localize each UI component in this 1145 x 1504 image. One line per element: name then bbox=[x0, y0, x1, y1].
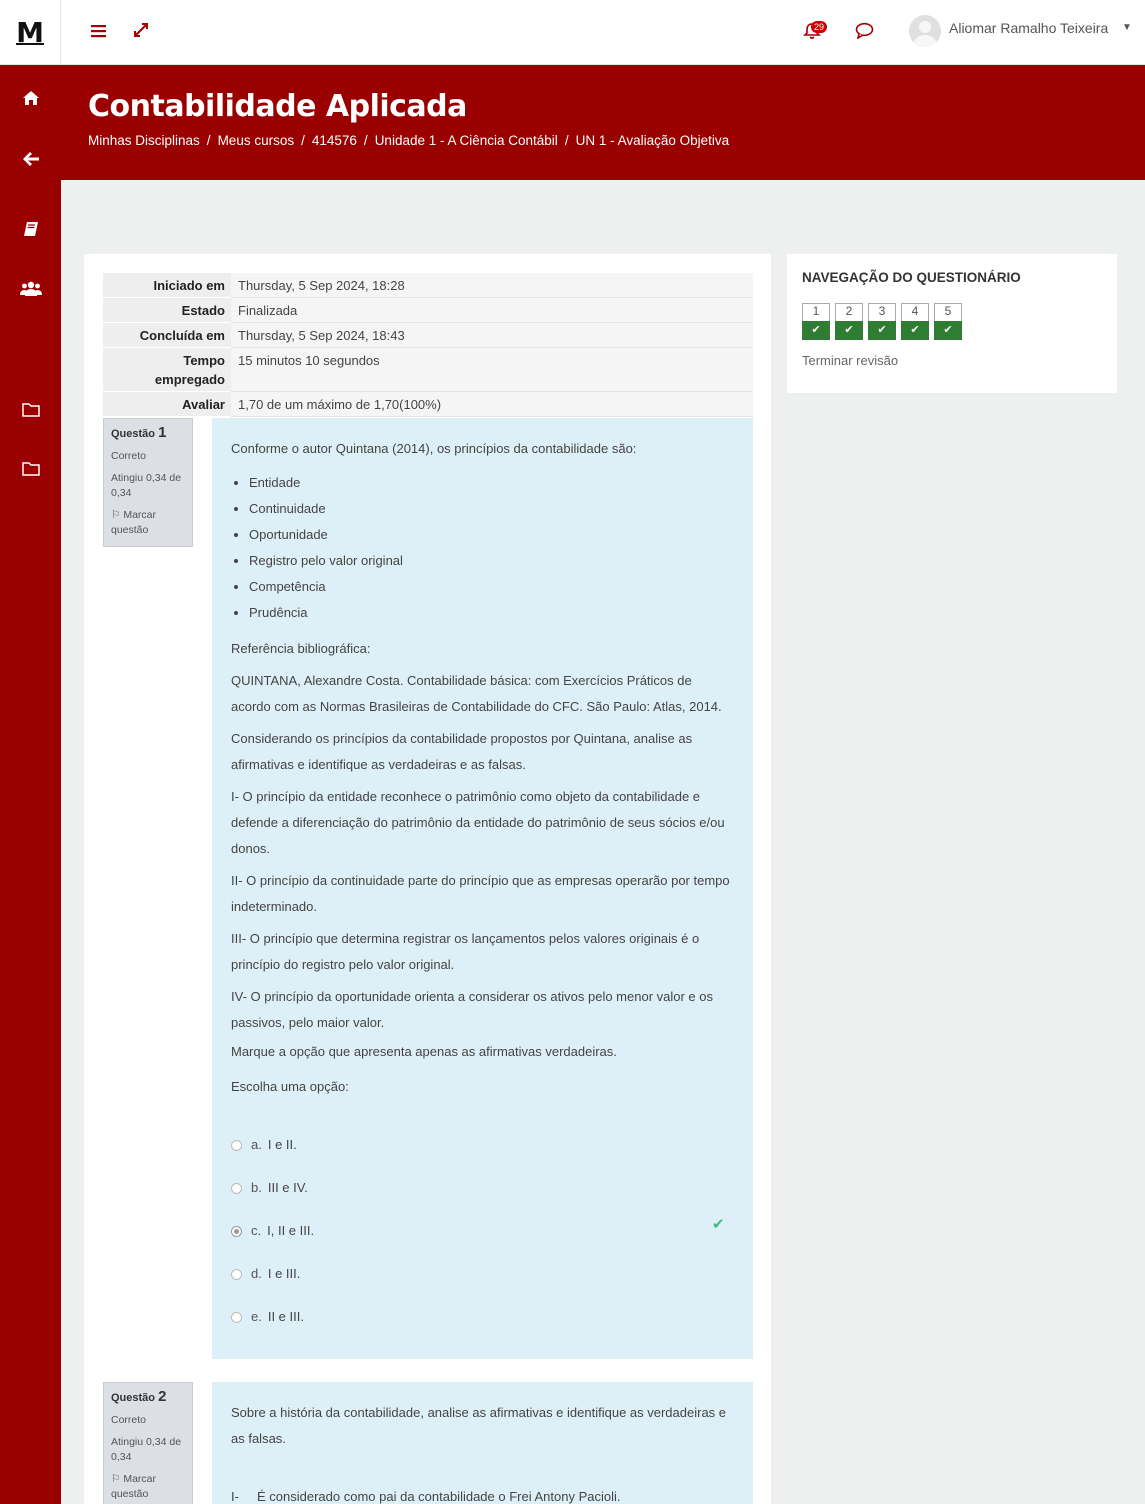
quiz-navigation-title: NAVEGAÇÃO DO QUESTIONÁRIO bbox=[802, 270, 1021, 285]
attempt-summary-table: Iniciado em Thursday, 5 Sep 2024, 18:28 E… bbox=[103, 273, 753, 417]
page-header: Contabilidade Aplicada Minhas Disciplina… bbox=[61, 65, 1145, 180]
check-icon: ✔ bbox=[901, 321, 929, 340]
statement: I- É considerado como pai da contabilidad… bbox=[231, 1489, 621, 1504]
table-row: Estado Finalizada bbox=[103, 297, 753, 323]
notification-count-badge: 29 bbox=[811, 21, 828, 33]
choose-option-label: Escolha uma opção: bbox=[231, 1079, 349, 1094]
question-1-info: Questão 1 Correto Atingiu 0,34 de 0,34 ⚐… bbox=[103, 418, 193, 547]
quiz-nav-button[interactable]: 4 ✔ bbox=[901, 303, 929, 340]
correct-check-icon: ✔ bbox=[712, 1216, 725, 1233]
question-1-content: Conforme o autor Quintana (2014), os pri… bbox=[212, 418, 753, 1359]
sidebar-home-icon[interactable] bbox=[0, 78, 61, 118]
flag-icon: ⚐ bbox=[111, 509, 121, 521]
quiz-nav-button[interactable]: 1 ✔ bbox=[802, 303, 830, 340]
statement: IV- O princípio da oportunidade orienta … bbox=[231, 989, 713, 1030]
table-row: Tempo empregado 15 minutos 10 segundos bbox=[103, 347, 753, 392]
question-2-content: Sobre a história da contabilidade, anali… bbox=[212, 1382, 753, 1504]
hamburger-menu-icon[interactable] bbox=[91, 20, 107, 44]
sidebar-book-icon[interactable] bbox=[0, 209, 61, 249]
question-grade: Atingiu 0,34 de 0,34 bbox=[111, 1436, 182, 1463]
radio-button[interactable] bbox=[231, 1182, 242, 1194]
statement: I- O princípio da entidade reconhece o p… bbox=[231, 789, 725, 856]
breadcrumb: Minhas Disciplinas / Meus cursos/ 414576/… bbox=[88, 133, 730, 148]
top-navbar: M 29 Aliomar Ramalho Teixeira ▼ bbox=[0, 0, 1145, 65]
table-row: Concluída em Thursday, 5 Sep 2024, 18:43 bbox=[103, 322, 753, 348]
check-icon: ✔ bbox=[802, 321, 830, 340]
radio-button-selected[interactable] bbox=[231, 1225, 242, 1237]
question-grade: Atingiu 0,34 de 0,34 bbox=[111, 472, 182, 499]
question-state: Correto bbox=[111, 1414, 147, 1426]
sidebar-users-icon[interactable] bbox=[0, 269, 61, 309]
answer-option-d[interactable]: d. I e III. bbox=[231, 1261, 300, 1287]
list-item: Registro pelo valor original bbox=[249, 548, 734, 574]
answer-option-c[interactable]: c. I, II e III. bbox=[231, 1218, 314, 1244]
sidebar-back-arrow-icon[interactable] bbox=[0, 139, 61, 179]
reference-text: QUINTANA, Alexandre Costa. Contabilidade… bbox=[231, 673, 722, 714]
check-icon: ✔ bbox=[868, 321, 896, 340]
question-2-info: Questão 2 Correto Atingiu 0,34 de 0,34 ⚐… bbox=[103, 1382, 193, 1504]
list-item: Prudência bbox=[249, 600, 734, 626]
question-intro: Conforme o autor Quintana (2014), os pri… bbox=[231, 441, 637, 456]
flag-icon: ⚐ bbox=[111, 1473, 121, 1485]
table-row: Iniciado em Thursday, 5 Sep 2024, 18:28 bbox=[103, 273, 753, 298]
answer-option-e[interactable]: e. II e III. bbox=[231, 1304, 304, 1330]
sidebar-folder-icon[interactable] bbox=[0, 389, 61, 429]
quiz-navigation-block: NAVEGAÇÃO DO QUESTIONÁRIO 1 ✔ 2 ✔ 3 ✔ 4 ✔ 5 ✔… bbox=[787, 254, 1117, 393]
quiz-review-card: Iniciado em Thursday, 5 Sep 2024, 18:28 E… bbox=[84, 254, 771, 1504]
quiz-nav-button[interactable]: 3 ✔ bbox=[868, 303, 896, 340]
sidebar-folder-icon[interactable] bbox=[0, 448, 61, 488]
user-avatar[interactable] bbox=[909, 15, 941, 47]
quiz-nav-button[interactable]: 5 ✔ bbox=[934, 303, 962, 340]
principles-list: Entidade Continuidade Oportunidade Regis… bbox=[249, 470, 734, 626]
breadcrumb-link[interactable]: Unidade 1 - A Ciência Contábil bbox=[375, 133, 558, 148]
question-prompt: Considerando os princípios da contabilid… bbox=[231, 731, 693, 772]
quiz-nav-button[interactable]: 2 ✔ bbox=[835, 303, 863, 340]
table-row: Avaliar 1,70 de um máximo de 1,70(100%) bbox=[103, 391, 753, 417]
statement: III- O princípio que determina registrar… bbox=[231, 931, 700, 972]
breadcrumb-link[interactable]: 414576 bbox=[312, 133, 357, 148]
breadcrumb-link[interactable]: Minhas Disciplinas bbox=[88, 133, 200, 148]
finish-review-link[interactable]: Terminar revisão bbox=[802, 353, 898, 368]
user-menu-caret-icon[interactable]: ▼ bbox=[1122, 22, 1132, 33]
question-state: Correto bbox=[111, 450, 147, 462]
list-item: Continuidade bbox=[249, 496, 734, 522]
fullscreen-expand-icon[interactable] bbox=[133, 20, 149, 44]
list-item: Oportunidade bbox=[249, 522, 734, 548]
page-title: Contabilidade Aplicada bbox=[88, 89, 467, 124]
flag-question-link[interactable]: ⚐ Marcar questão bbox=[111, 1472, 185, 1502]
breadcrumb-link[interactable]: Meus cursos bbox=[218, 133, 295, 148]
answer-option-a[interactable]: a. I e II. bbox=[231, 1132, 297, 1158]
question-intro: Sobre a história da contabilidade, anali… bbox=[231, 1405, 727, 1446]
check-icon: ✔ bbox=[934, 321, 962, 340]
messages-icon[interactable] bbox=[855, 22, 874, 44]
question-instruction: Marque a opção que apresenta apenas as a… bbox=[231, 1044, 617, 1059]
check-icon: ✔ bbox=[835, 321, 863, 340]
breadcrumb-link[interactable]: UN 1 - Avaliação Objetiva bbox=[576, 133, 730, 148]
statement: II- O princípio da continuidade parte do… bbox=[231, 873, 730, 914]
reference-title: Referência bibliográfica: bbox=[231, 641, 371, 656]
left-sidebar bbox=[0, 65, 61, 1504]
user-name[interactable]: Aliomar Ramalho Teixeira bbox=[949, 20, 1108, 36]
radio-button[interactable] bbox=[231, 1268, 242, 1280]
radio-button[interactable] bbox=[231, 1311, 242, 1323]
answer-option-b[interactable]: b. III e IV. bbox=[231, 1175, 308, 1201]
site-logo[interactable]: M bbox=[0, 0, 61, 65]
list-item: Entidade bbox=[249, 470, 734, 496]
list-item: Competência bbox=[249, 574, 734, 600]
radio-button[interactable] bbox=[231, 1139, 242, 1151]
flag-question-link[interactable]: ⚐ Marcar questão bbox=[111, 508, 185, 538]
